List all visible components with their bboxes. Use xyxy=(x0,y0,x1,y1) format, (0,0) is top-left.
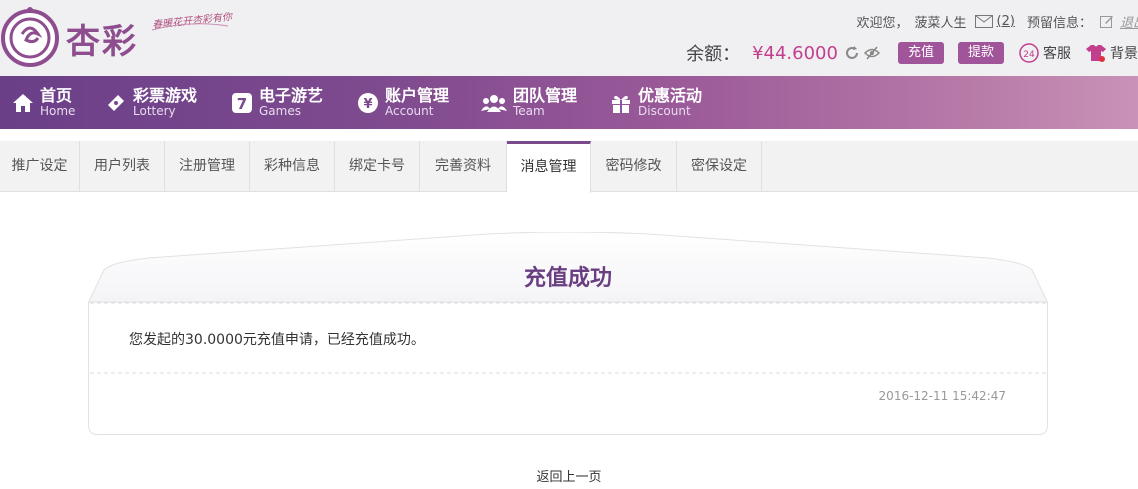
slogan-swash-icon xyxy=(151,23,229,31)
nav-games-sublabel: Games xyxy=(259,103,301,118)
team-icon xyxy=(481,94,507,112)
reserve-info-label: 预留信息： xyxy=(1026,15,1092,31)
nav-team-sublabel: Team xyxy=(513,103,545,118)
welcome-text: 欢迎您， xyxy=(856,15,909,31)
withdraw-button[interactable]: 提款 xyxy=(957,42,1004,64)
site-header: 杏彩 春暖花开杏彩有你 欢迎您， 菠菜人生 (2) 预留信息： 退出 余额： ¥… xyxy=(0,0,1138,76)
customer-service-link[interactable]: 24 客服 xyxy=(1018,43,1071,63)
message-title: 充值成功 xyxy=(523,266,612,291)
message-card: 充值成功 您发起的30.0000元充值申请，已经充值成功。 2016-12-11… xyxy=(88,232,1048,435)
svg-text:7: 7 xyxy=(237,95,247,113)
recharge-button[interactable]: 充值 xyxy=(897,42,944,64)
nav-account-label: 账户管理 xyxy=(385,86,450,106)
message-timestamp: 2016-12-11 15:42:47 xyxy=(878,389,1006,403)
main-nav: 首页 Home 彩票游戏 Lottery 7 电子游艺 Games ¥ 账户管理 xyxy=(0,76,1138,129)
tab-change-password[interactable]: 密码修改 xyxy=(591,141,677,192)
headset-24-icon: 24 xyxy=(1019,43,1039,63)
tab-registration-management[interactable]: 注册管理 xyxy=(165,141,250,192)
mail-icon[interactable] xyxy=(974,14,993,28)
tab-promotion-settings[interactable]: 推广设定 xyxy=(0,141,80,192)
nav-account-sublabel: Account xyxy=(385,103,434,118)
background-link[interactable]: 背景 xyxy=(1085,43,1138,63)
nav-home[interactable]: 首页 Home xyxy=(12,76,75,129)
balance-row: 余额： ¥44.6000 充值 提款 24 客服 背景 xyxy=(686,40,1138,66)
nav-lottery-sublabel: Lottery xyxy=(133,103,176,118)
refresh-icon[interactable] xyxy=(844,45,860,61)
nav-games-label: 电子游艺 xyxy=(259,86,324,106)
balance-label: 余额： xyxy=(686,44,741,65)
tab-user-list[interactable]: 用户列表 xyxy=(80,141,165,192)
ticket-icon xyxy=(108,94,124,111)
nav-team[interactable]: 团队管理 Team xyxy=(481,76,577,129)
nav-team-label: 团队管理 xyxy=(513,86,578,106)
gift-icon xyxy=(612,95,630,113)
tab-bind-card[interactable]: 绑定卡号 xyxy=(335,141,420,192)
mail-count-link[interactable]: (2) xyxy=(997,14,1015,29)
brand-logo-text[interactable]: 杏彩 xyxy=(66,14,138,63)
seven-icon: 7 xyxy=(232,92,252,113)
hide-eye-icon[interactable] xyxy=(863,45,880,61)
message-body: 您发起的30.0000元充值申请，已经充值成功。 xyxy=(129,332,425,348)
nav-home-label: 首页 xyxy=(40,86,73,106)
logo-emblem-icon[interactable] xyxy=(0,4,60,70)
service-label: 客服 xyxy=(1043,46,1071,62)
nav-discount[interactable]: 优惠活动 Discount xyxy=(610,76,702,129)
tab-lottery-info[interactable]: 彩种信息 xyxy=(250,141,335,192)
logout-link[interactable]: 退出 xyxy=(1120,12,1138,31)
yen-icon: ¥ xyxy=(358,92,378,113)
svg-text:24: 24 xyxy=(1023,50,1035,60)
user-topbar: 欢迎您， 菠菜人生 (2) 预留信息： 退出 xyxy=(856,12,1138,31)
nav-lottery-label: 彩票游戏 xyxy=(133,86,198,106)
username: 菠菜人生 xyxy=(914,15,967,31)
sub-tabs: 推广设定 用户列表 注册管理 彩种信息 绑定卡号 完善资料 消息管理 密码修改 … xyxy=(0,141,1138,193)
nav-discount-sublabel: Discount xyxy=(638,103,691,118)
background-label: 背景 xyxy=(1110,46,1138,62)
nav-discount-label: 优惠活动 xyxy=(638,86,703,106)
tab-security-settings[interactable]: 密保设定 xyxy=(677,141,762,192)
tab-message-management[interactable]: 消息管理 xyxy=(507,141,591,193)
balance-value: ¥44.6000 xyxy=(752,42,838,64)
nav-lottery[interactable]: 彩票游戏 Lottery xyxy=(105,76,197,129)
svg-text:¥: ¥ xyxy=(363,97,372,112)
edit-icon[interactable] xyxy=(1099,14,1114,28)
back-link[interactable]: 返回上一页 xyxy=(0,466,1138,485)
nav-spacer xyxy=(0,129,1138,141)
nav-games[interactable]: 7 电子游艺 Games xyxy=(231,76,323,129)
nav-home-sublabel: Home xyxy=(40,103,76,118)
tab-complete-profile[interactable]: 完善资料 xyxy=(420,141,507,192)
nav-account[interactable]: ¥ 账户管理 Account xyxy=(357,76,449,129)
home-icon xyxy=(13,93,33,112)
shirt-icon xyxy=(1086,45,1106,62)
